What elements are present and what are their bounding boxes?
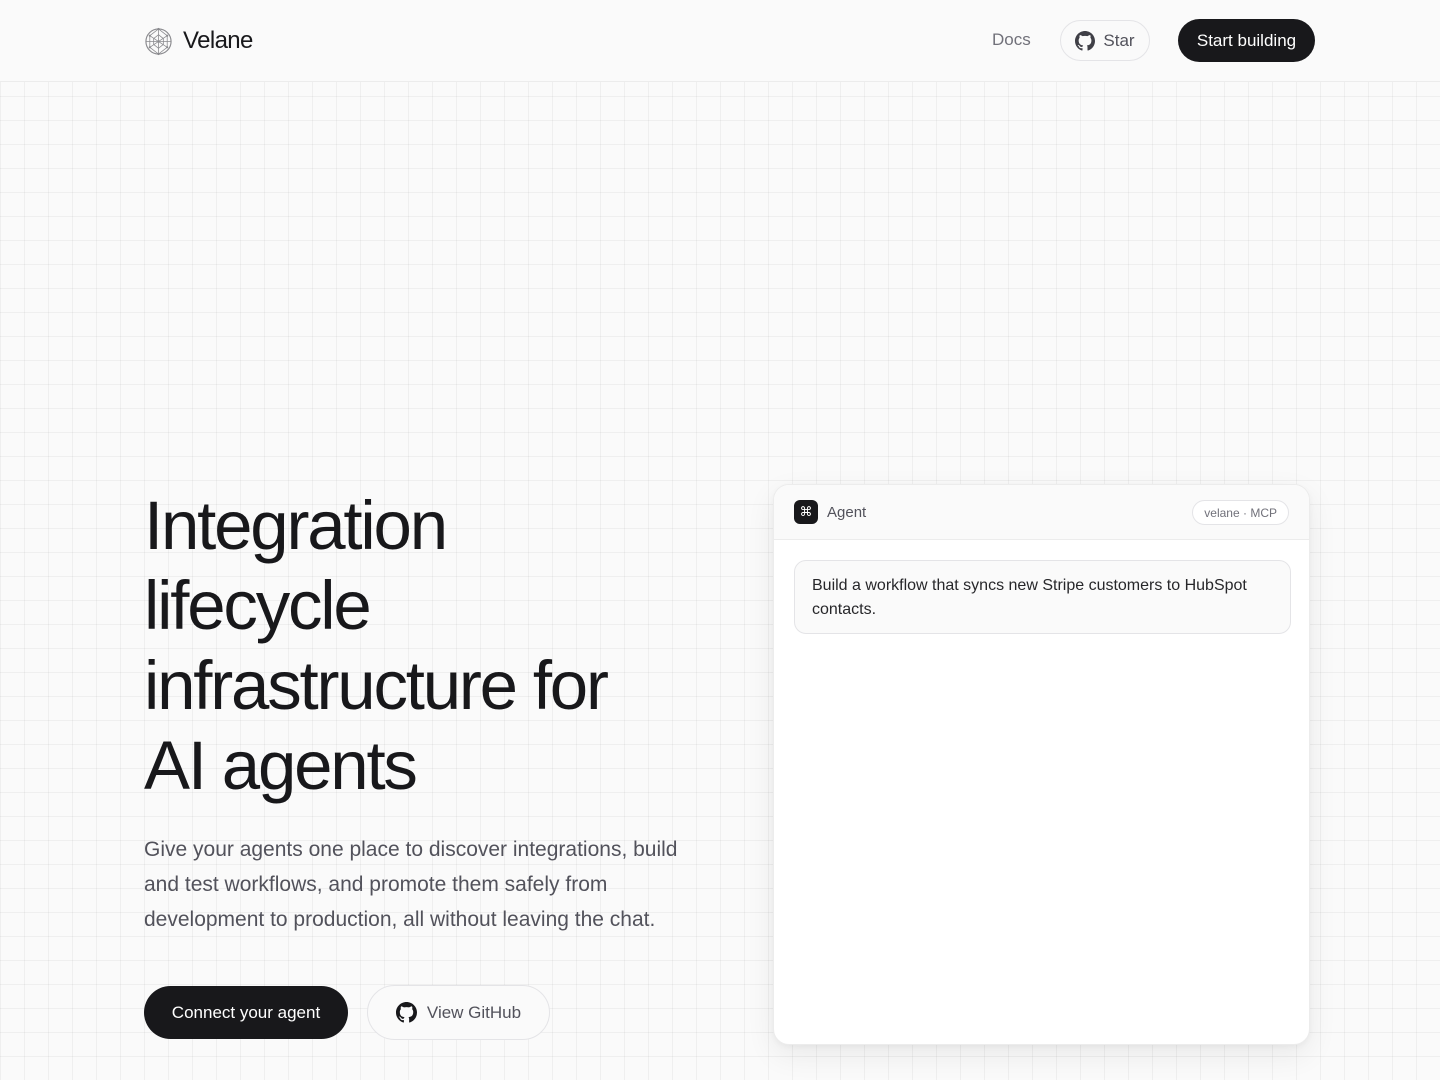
hero-subtitle: Give your agents one place to discover i… (144, 838, 678, 931)
nav-docs-link[interactable]: Docs (992, 30, 1031, 50)
agent-panel-header: ⌘ Agent velane · MCP (774, 485, 1309, 540)
velane-logo-icon (145, 27, 172, 55)
mcp-badge: velane · MCP (1192, 500, 1289, 525)
github-icon (395, 1002, 417, 1023)
start-building-button[interactable]: Start building (1178, 19, 1315, 62)
star-label: Star (1103, 30, 1135, 50)
view-github-label: View GitHub (426, 1002, 522, 1022)
brand[interactable]: Velane (144, 25, 253, 57)
connect-agent-button[interactable]: Connect your agent (144, 986, 348, 1039)
hero-title: Integration lifecycle infrastructure for… (144, 486, 684, 806)
agent-chat-panel: ⌘ Agent velane · MCP Build a workflow th… (773, 484, 1310, 1045)
view-github-button[interactable]: View GitHub (367, 985, 550, 1040)
site-header: Velane Docs Star Start building (0, 0, 1440, 82)
github-icon (1075, 30, 1096, 51)
hero-title-line: infrastructure for (144, 647, 609, 724)
github-star-button[interactable]: Star (1060, 20, 1150, 61)
agent-label: Agent (827, 504, 867, 521)
hero-title-line: AI agents (144, 727, 418, 804)
brand-name: Velane (183, 27, 253, 54)
command-icon: ⌘ (794, 500, 818, 524)
hero-title-line: Integration (144, 487, 448, 564)
hero-title-line: lifecycle (144, 567, 372, 644)
user-message: Build a workflow that syncs new Stripe c… (794, 560, 1291, 634)
